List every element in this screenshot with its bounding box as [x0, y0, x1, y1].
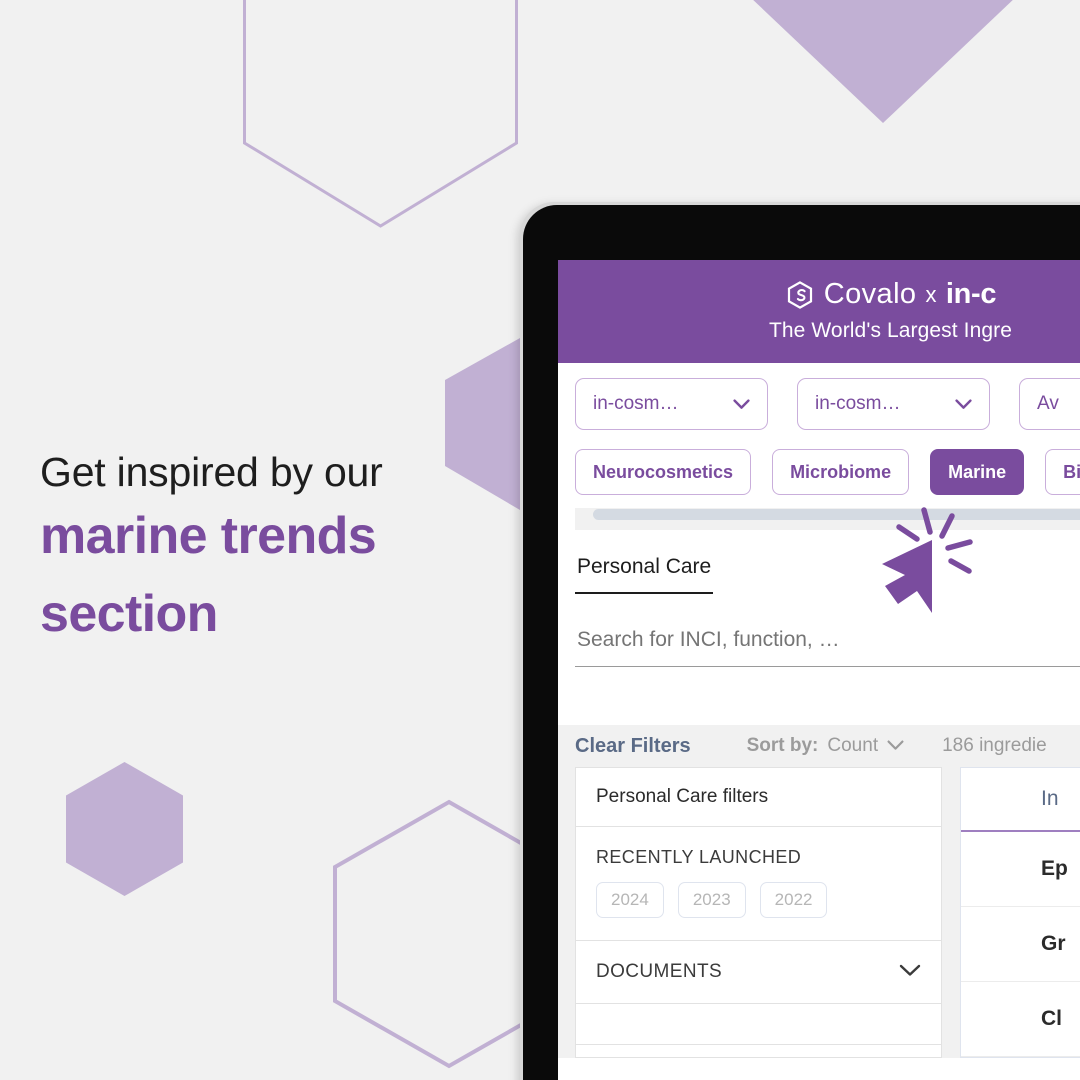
search-spacer: [558, 667, 1080, 725]
hexagon-filled-bottom-left: [66, 762, 183, 896]
clear-filters-button[interactable]: Clear Filters: [575, 735, 691, 758]
table-row[interactable]: Ep: [961, 832, 1080, 907]
promo-canvas: Get inspired by our marine trends sectio…: [0, 0, 1080, 1080]
promo-line-1: Get inspired by our: [40, 449, 383, 495]
sort-by-value: Count: [827, 735, 879, 756]
tab-personal-care[interactable]: Personal Care: [575, 530, 714, 594]
promo-copy: Get inspired by our marine trends sectio…: [40, 448, 510, 653]
horizontal-scrollbar[interactable]: [575, 508, 1080, 530]
results-panels: Personal Care filters RECENTLY LAUNCHED …: [558, 767, 1080, 1058]
promo-line-2: marine trends: [40, 507, 377, 566]
dropdown-label: in-cosm…: [815, 393, 901, 414]
search-input[interactable]: [575, 594, 1080, 666]
brand-separator: x: [925, 281, 937, 307]
chip-label: Microbiome: [790, 461, 892, 482]
results-count: 186 ingredie: [942, 735, 1047, 756]
chevron-down-icon: [955, 398, 972, 410]
covalo-logo-icon: [785, 280, 815, 310]
dropdown-event-1[interactable]: in-cosm…: [575, 378, 768, 430]
filter-toolbar-row: Clear Filters Sort by: Count 186 ingredi…: [558, 725, 1080, 767]
tab-label: Personal Care: [577, 555, 712, 578]
dropdown-availability[interactable]: Av: [1019, 378, 1080, 430]
chip-biotech[interactable]: Bi: [1045, 449, 1080, 495]
chip-microbiome[interactable]: Microbiome: [772, 449, 910, 495]
chip-neurocosmetics[interactable]: Neurocosmetics: [575, 449, 752, 495]
promo-line-3: section: [40, 585, 218, 644]
filter-panel: Personal Care filters RECENTLY LAUNCHED …: [575, 767, 942, 1058]
brand-name: Covalo: [823, 278, 917, 310]
chip-label: Neurocosmetics: [593, 461, 734, 482]
dropdown-event-2[interactable]: in-cosm…: [797, 378, 990, 430]
chevron-down-icon: [899, 961, 921, 983]
table-row[interactable]: Cl: [961, 982, 1080, 1057]
category-tabs: Personal Care: [575, 530, 1080, 594]
year-chip-2023[interactable]: 2023: [677, 882, 746, 918]
filter-panel-title: Personal Care filters: [576, 768, 941, 827]
tablet-device: Covalo x in-c The World's Largest Ingre …: [523, 205, 1080, 1080]
filter-accordion-documents[interactable]: DOCUMENTS: [576, 941, 941, 1004]
app-tagline: The World's Largest Ingre: [768, 319, 1013, 342]
dropdown-label: in-cosm…: [593, 393, 679, 414]
chip-label: Marine: [948, 461, 1007, 482]
click-cursor-icon: [872, 498, 982, 628]
results-table-header: In: [961, 768, 1080, 832]
year-chip-row: 2024 2023 2022: [596, 882, 921, 918]
filter-section-title: RECENTLY LAUNCHED: [596, 847, 802, 867]
hexagon-filled-top-right: [749, 0, 1017, 125]
dropdown-row: in-cosm… in-cosm… Av: [575, 378, 1080, 430]
year-chip-2024[interactable]: 2024: [596, 882, 664, 918]
hexagon-outline-top-left: [243, 0, 518, 228]
chevron-down-icon: [887, 735, 904, 757]
chevron-down-icon: [733, 398, 750, 410]
sort-by-control[interactable]: Sort by: Count: [747, 735, 904, 757]
chip-label: Bi: [1063, 461, 1080, 482]
brand-row: Covalo x in-c: [558, 278, 1080, 311]
year-chip-2022[interactable]: 2022: [759, 882, 828, 918]
brand-partner: in-c: [945, 278, 997, 310]
sort-by-label: Sort by:: [746, 735, 819, 756]
trend-chip-row: Neurocosmetics Microbiome Marine Bi: [575, 449, 1080, 495]
accordion-label: DOCUMENTS: [596, 961, 723, 982]
scrollbar-thumb[interactable]: [593, 509, 1080, 520]
filter-accordion-next[interactable]: [576, 1004, 941, 1045]
chip-marine[interactable]: Marine: [930, 449, 1025, 495]
filter-toolbar: in-cosm… in-cosm… Av Neurocosmetics Micr…: [558, 363, 1080, 530]
results-area: Clear Filters Sort by: Count 186 ingredi…: [558, 725, 1080, 1058]
filter-section-recently-launched: RECENTLY LAUNCHED 2024 2023 2022: [576, 827, 941, 941]
dropdown-label: Av: [1037, 393, 1059, 414]
results-table: In Ep Gr Cl: [960, 767, 1080, 1058]
search-section: Personal Care: [558, 530, 1080, 667]
app-header: Covalo x in-c The World's Largest Ingre: [558, 260, 1080, 363]
tablet-screen: Covalo x in-c The World's Largest Ingre …: [558, 260, 1080, 1080]
table-row[interactable]: Gr: [961, 907, 1080, 982]
